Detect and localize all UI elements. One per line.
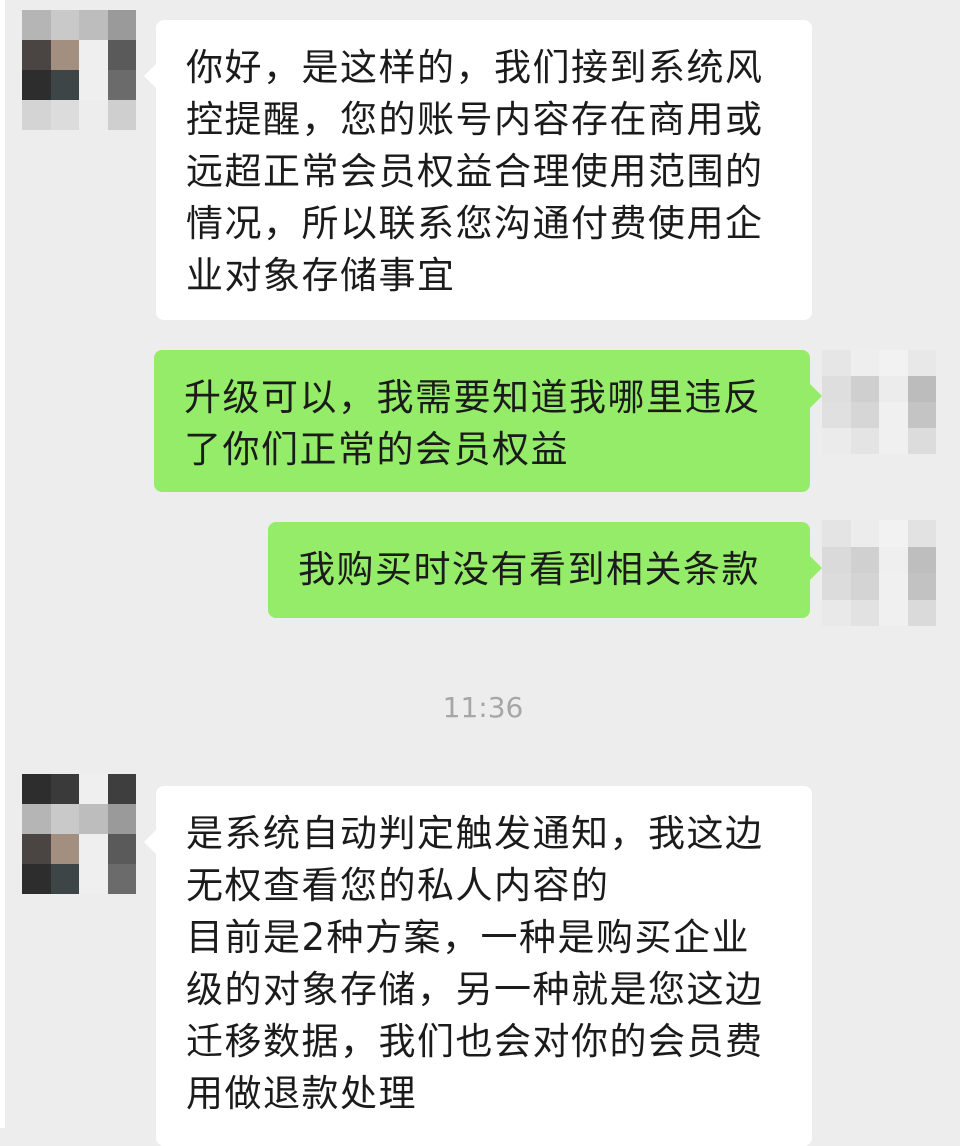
left-edge-strip xyxy=(0,0,5,1128)
message-text-line: 我购买时没有看到相关条款 xyxy=(298,548,760,591)
message-bubble-received-1[interactable]: 你好，是这样的，我们接到系统风 控提醒，您的账号内容存在商用或 远超正常会员权益… xyxy=(144,20,812,320)
message-text-line: 用做退款处理 xyxy=(186,1072,417,1115)
contact-avatar-bottom[interactable] xyxy=(22,774,136,894)
message-text-line: 级的对象存储，另一种就是您这边 xyxy=(186,968,764,1011)
message-text-line: 无权查看您的私人内容的 xyxy=(186,864,610,907)
message-bubble-sent-1[interactable]: 升级可以，我需要知道我哪里违反 了你们正常的会员权益 xyxy=(154,350,822,492)
message-text-line: 了你们正常的会员权益 xyxy=(184,428,569,471)
message-text-line: 控提醒，您的账号内容存在商用或 xyxy=(186,98,764,141)
message-text-line: 业对象存储事宜 xyxy=(186,254,456,297)
message-text-line: 你好，是这样的，我们接到系统风 xyxy=(186,46,764,89)
message-bubble-sent-2[interactable]: 我购买时没有看到相关条款 xyxy=(268,522,822,618)
message-text-line: 目前是2种方案，一种是购买企业 xyxy=(186,916,751,959)
message-text-line: 迁移数据，我们也会对你的会员费 xyxy=(186,1020,764,1063)
message-text-line: 升级可以，我需要知道我哪里违反 xyxy=(184,376,762,419)
message-text-line: 远超正常会员权益合理使用范围的 xyxy=(186,150,764,193)
contact-avatar-top[interactable] xyxy=(22,10,136,130)
self-avatar-1[interactable] xyxy=(822,350,936,454)
self-avatar-2[interactable] xyxy=(822,520,936,626)
message-text-line: 是系统自动判定触发通知，我这边 xyxy=(186,812,764,855)
message-bubble-received-2[interactable]: 是系统自动判定触发通知，我这边 无权查看您的私人内容的 目前是2种方案，一种是购… xyxy=(144,786,812,1146)
message-text-line: 情况，所以联系您沟通付费使用企 xyxy=(186,202,764,245)
message-timestamp: 11:36 xyxy=(442,691,524,724)
